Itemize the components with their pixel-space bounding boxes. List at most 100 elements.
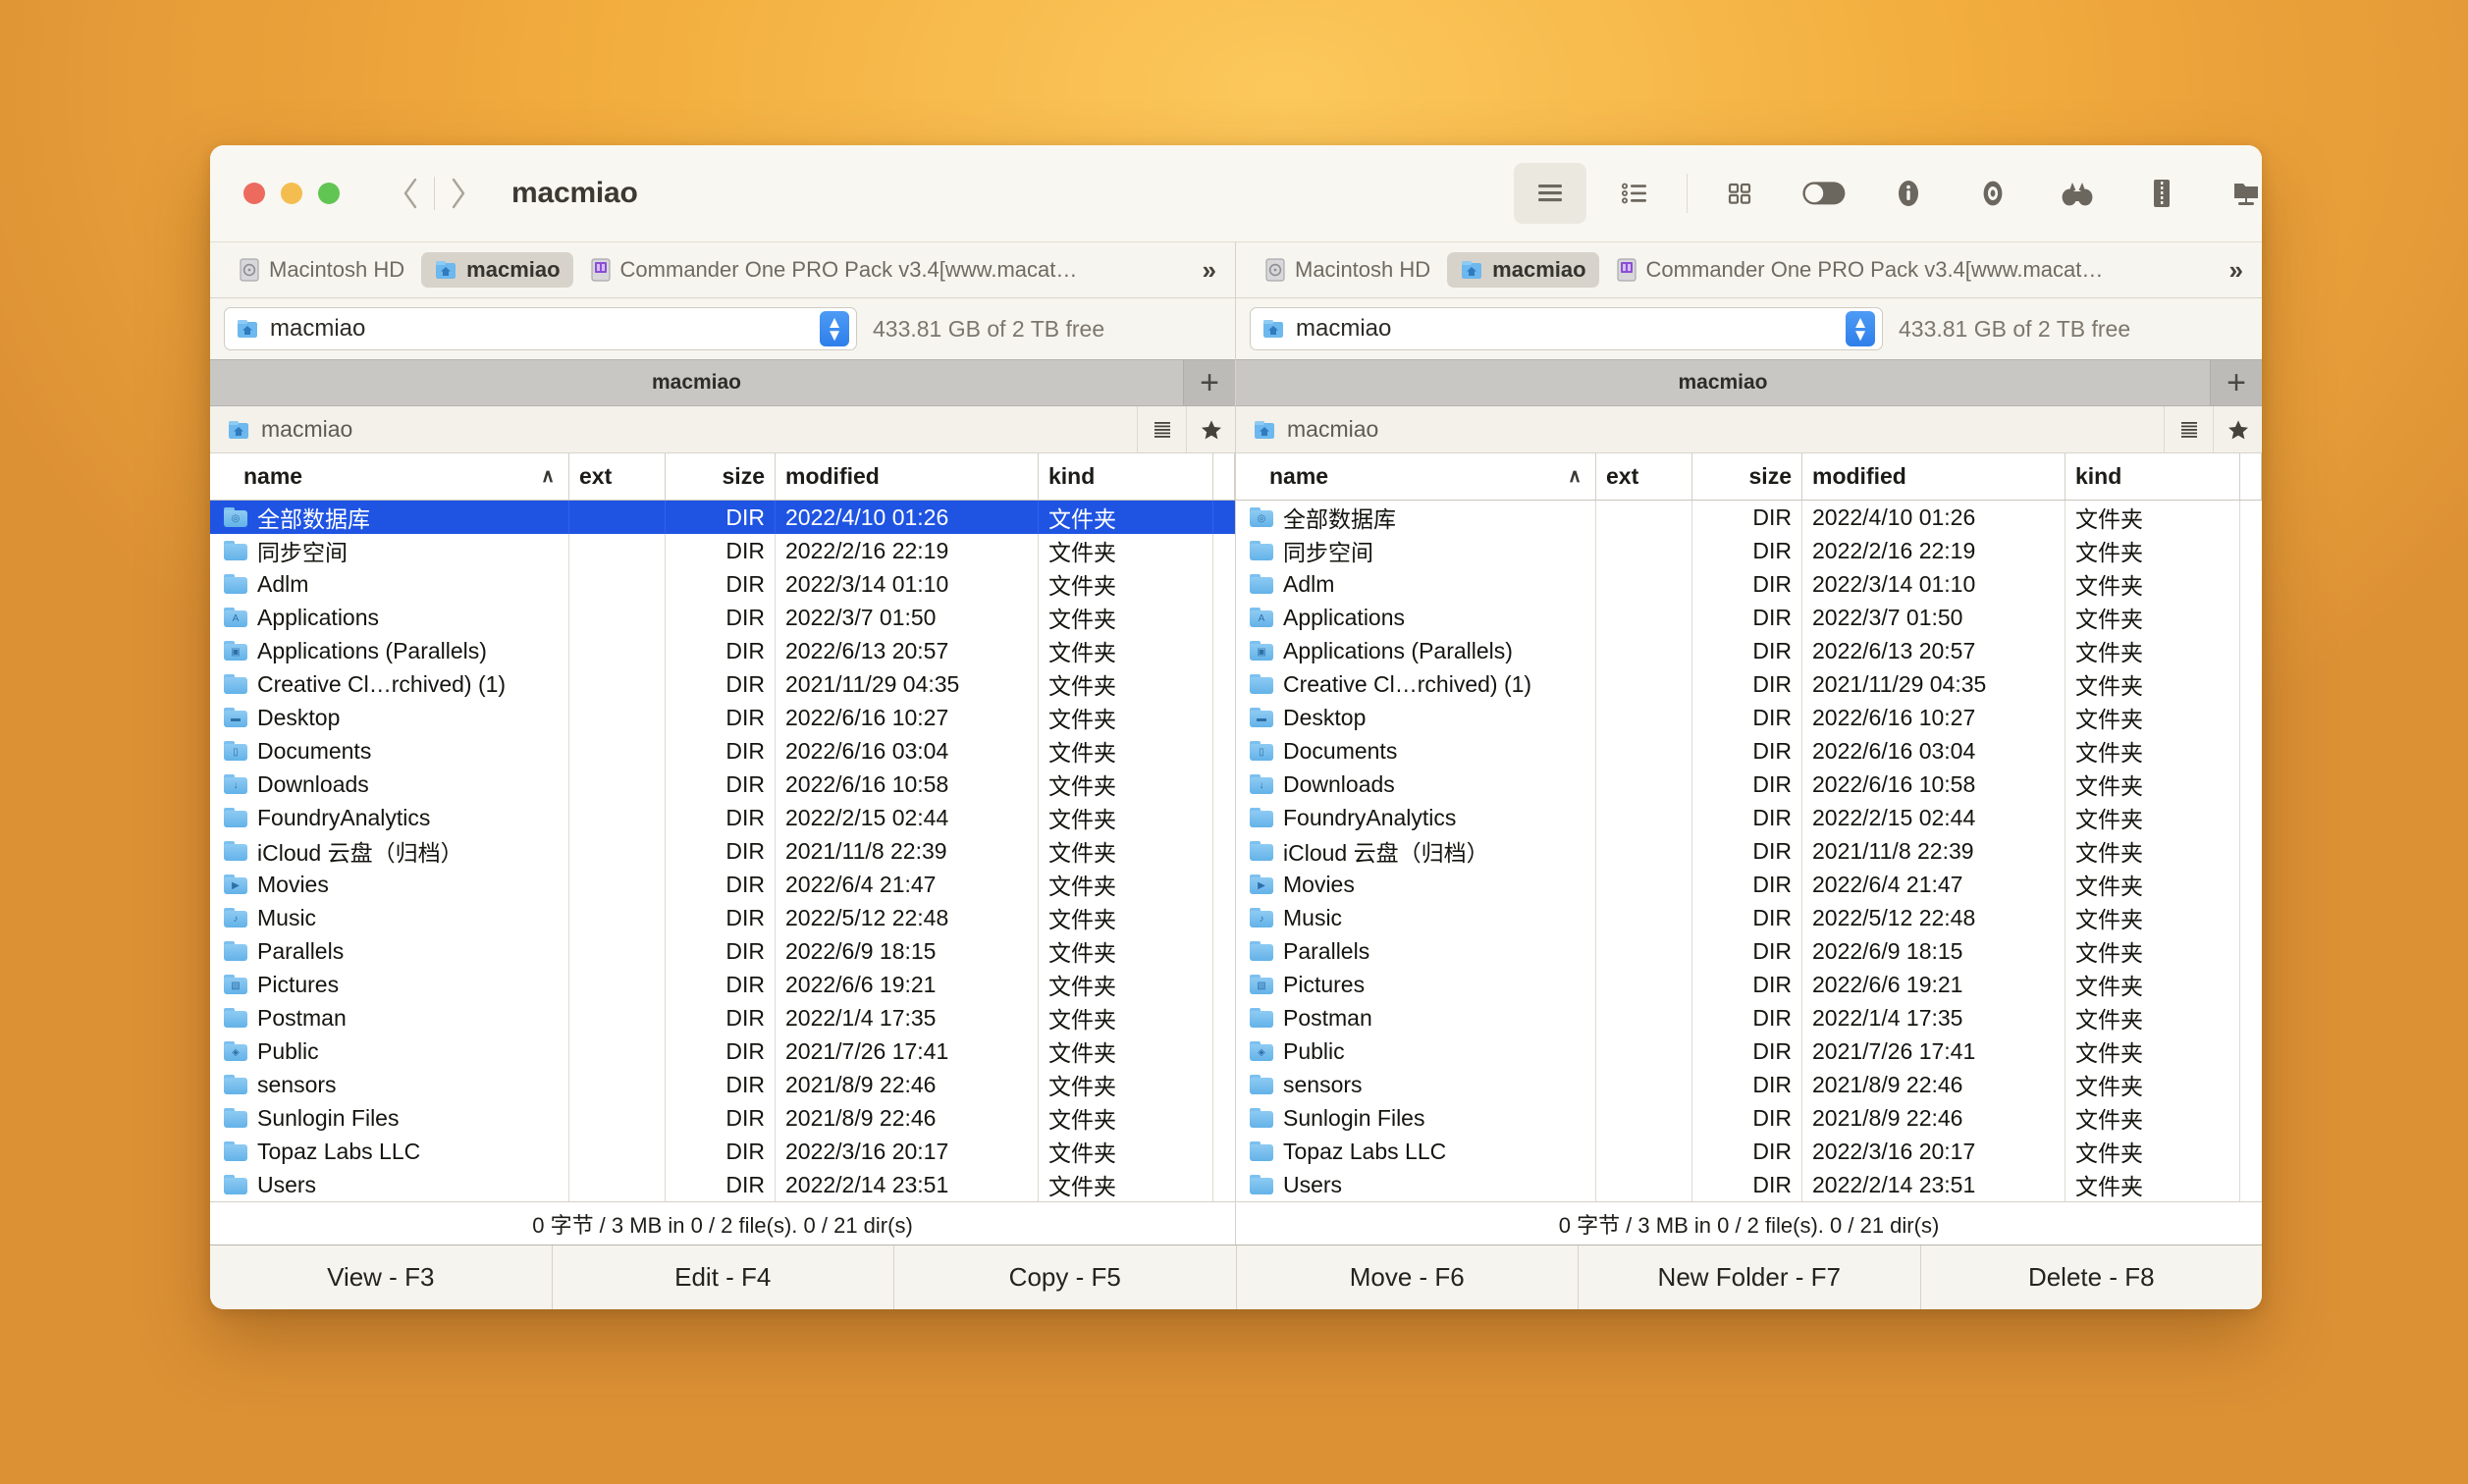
table-row[interactable]: ♪ Music DIR 2022/5/12 22:48 文件夹 [1236, 901, 2262, 934]
favorite-commander-one-pro-pack[interactable]: Commander One PRO Pack v3.4[www.macat… [1603, 252, 2117, 288]
column-header-name[interactable]: name ∧ [210, 453, 569, 500]
archive-zip-icon[interactable] [2125, 163, 2198, 224]
cell-modified: 2022/6/4 21:47 [776, 868, 1039, 901]
column-header-name[interactable]: name ∧ [1236, 453, 1596, 500]
table-row[interactable]: ▣ Applications (Parallels) DIR 2022/6/13 20… [1236, 634, 2262, 667]
theme-toggle-switch[interactable] [1788, 163, 1860, 224]
table-row[interactable]: ▯ Documents DIR 2022/6/16 03:04 文件夹 [1236, 734, 2262, 768]
favorite-macintosh-hd[interactable]: Macintosh HD [226, 252, 417, 288]
cell-ext [1596, 768, 1692, 801]
star-icon[interactable] [1186, 406, 1235, 452]
quick-look-eye-icon[interactable] [1957, 163, 2029, 224]
grid-view-icon[interactable] [1703, 163, 1776, 224]
close-button[interactable] [243, 183, 265, 204]
table-row[interactable]: ↓ Downloads DIR 2022/6/16 10:58 文件夹 [210, 768, 1235, 801]
cell-kind: 文件夹 [2066, 634, 2240, 667]
table-row[interactable]: Adlm DIR 2022/3/14 01:10 文件夹 [210, 567, 1235, 601]
favorite-macmiao[interactable]: macmiao [421, 252, 573, 288]
minimize-button[interactable] [281, 183, 302, 204]
table-row[interactable]: Parallels DIR 2022/6/9 18:15 文件夹 [1236, 934, 2262, 968]
hard-drive-icon [1264, 257, 1286, 283]
column-header-ext[interactable]: ext [569, 453, 666, 500]
favorite-macintosh-hd[interactable]: Macintosh HD [1252, 252, 1443, 288]
column-header-modified[interactable]: modified [1802, 453, 2066, 500]
list-lines-icon[interactable] [1137, 406, 1186, 452]
move-f6-button[interactable]: Move - F6 [1237, 1246, 1579, 1309]
table-row[interactable]: ▶ Movies DIR 2022/6/4 21:47 文件夹 [1236, 868, 2262, 901]
right-file-list[interactable]: ◎ 全部数据库 DIR 2022/4/10 01:26 文件夹 同步空间 DIR 2022/2… [1236, 501, 2262, 1201]
left-path-input[interactable]: macmiao ▲ ▼ [224, 307, 857, 350]
table-row[interactable]: sensors DIR 2021/8/9 22:46 文件夹 [210, 1068, 1235, 1101]
table-row[interactable]: ↓ Downloads DIR 2022/6/16 10:58 文件夹 [1236, 768, 2262, 801]
table-row[interactable]: ◈ Public DIR 2021/7/26 17:41 文件夹 [1236, 1034, 2262, 1068]
column-header-kind[interactable]: kind [2066, 453, 2240, 500]
path-stepper[interactable]: ▲ ▼ [1846, 311, 1875, 346]
table-row[interactable]: Sunlogin Files DIR 2021/8/9 22:46 文件夹 [1236, 1101, 2262, 1135]
edit-f4-button[interactable]: Edit - F4 [553, 1246, 894, 1309]
right-add-tab-button[interactable]: + [2211, 360, 2262, 405]
table-row[interactable]: ♪ Music DIR 2022/5/12 22:48 文件夹 [210, 901, 1235, 934]
table-row[interactable]: Adlm DIR 2022/3/14 01:10 文件夹 [1236, 567, 2262, 601]
zoom-button[interactable] [318, 183, 340, 204]
column-header-kind[interactable]: kind [1039, 453, 1213, 500]
table-row[interactable]: ◈ Public DIR 2021/7/26 17:41 文件夹 [210, 1034, 1235, 1068]
cell-ext [1596, 968, 1692, 1001]
copy-f5-button[interactable]: Copy - F5 [894, 1246, 1237, 1309]
table-row[interactable]: ▣ Applications (Parallels) DIR 2022/6/13 20… [210, 634, 1235, 667]
new-folder-f7-button[interactable]: New Folder - F7 [1579, 1246, 1921, 1309]
info-icon[interactable] [1872, 163, 1945, 224]
right-tab-macmiao[interactable]: macmiao [1236, 360, 2211, 405]
table-row[interactable]: A Applications DIR 2022/3/7 01:50 文件夹 [210, 601, 1235, 634]
favorite-macmiao[interactable]: macmiao [1447, 252, 1599, 288]
table-row[interactable]: sensors DIR 2021/8/9 22:46 文件夹 [1236, 1068, 2262, 1101]
table-row[interactable]: Topaz Labs LLC DIR 2022/3/16 20:17 文件夹 [210, 1135, 1235, 1168]
table-row[interactable]: Topaz Labs LLC DIR 2022/3/16 20:17 文件夹 [1236, 1135, 2262, 1168]
table-row[interactable]: ▬ Desktop DIR 2022/6/16 10:27 文件夹 [1236, 701, 2262, 734]
table-row[interactable]: ◎ 全部数据库 DIR 2022/4/10 01:26 文件夹 [1236, 501, 2262, 534]
left-add-tab-button[interactable]: + [1184, 360, 1235, 405]
column-header-size[interactable]: size [666, 453, 776, 500]
table-row[interactable]: Creative Cl…rchived) (1) DIR 2021/11/29 04… [1236, 667, 2262, 701]
network-folder-icon[interactable] [2210, 163, 2262, 224]
favorites-more-chevron-icon[interactable]: » [2218, 255, 2252, 286]
favorite-commander-one-pro-pack[interactable]: Commander One PRO Pack v3.4[www.macat… [577, 252, 1091, 288]
table-row[interactable]: Users DIR 2022/2/14 23:51 文件夹 [1236, 1168, 2262, 1201]
column-header-modified[interactable]: modified [776, 453, 1039, 500]
table-row[interactable]: iCloud 云盘（归档） DIR 2021/11/8 22:39 文件夹 [1236, 834, 2262, 868]
table-row[interactable]: Parallels DIR 2022/6/9 18:15 文件夹 [210, 934, 1235, 968]
table-row[interactable]: FoundryAnalytics DIR 2022/2/15 02:44 文件夹 [210, 801, 1235, 834]
left-tab-macmiao[interactable]: macmiao [210, 360, 1184, 405]
favorites-more-chevron-icon[interactable]: » [1191, 255, 1225, 286]
column-header-ext[interactable]: ext [1596, 453, 1692, 500]
detail-list-view-icon[interactable] [1598, 163, 1671, 224]
forward-button[interactable] [435, 171, 482, 216]
table-row[interactable]: Creative Cl…rchived) (1) DIR 2021/11/29 04… [210, 667, 1235, 701]
list-view-icon[interactable] [1514, 163, 1586, 224]
back-button[interactable] [387, 171, 434, 216]
column-header-size[interactable]: size [1692, 453, 1802, 500]
table-row[interactable]: A Applications DIR 2022/3/7 01:50 文件夹 [1236, 601, 2262, 634]
table-row[interactable]: iCloud 云盘（归档） DIR 2021/11/8 22:39 文件夹 [210, 834, 1235, 868]
table-row[interactable]: Sunlogin Files DIR 2021/8/9 22:46 文件夹 [210, 1101, 1235, 1135]
table-row[interactable]: ▯ Documents DIR 2022/6/16 03:04 文件夹 [210, 734, 1235, 768]
table-row[interactable]: 同步空间 DIR 2022/2/16 22:19 文件夹 [210, 534, 1235, 567]
table-row[interactable]: ▬ Desktop DIR 2022/6/16 10:27 文件夹 [210, 701, 1235, 734]
table-row[interactable]: ▶ Movies DIR 2022/6/4 21:47 文件夹 [210, 868, 1235, 901]
table-row[interactable]: FoundryAnalytics DIR 2022/2/15 02:44 文件夹 [1236, 801, 2262, 834]
table-row[interactable]: ▧ Pictures DIR 2022/6/6 19:21 文件夹 [1236, 968, 2262, 1001]
table-row[interactable]: Postman DIR 2022/1/4 17:35 文件夹 [210, 1001, 1235, 1034]
left-file-list[interactable]: ◎ 全部数据库 DIR 2022/4/10 01:26 文件夹 同步空间 DIR 2022/2… [210, 501, 1235, 1201]
list-lines-icon[interactable] [2164, 406, 2213, 452]
delete-f8-button[interactable]: Delete - F8 [1921, 1246, 2263, 1309]
table-row[interactable]: ◎ 全部数据库 DIR 2022/4/10 01:26 文件夹 [210, 501, 1235, 534]
right-path-input[interactable]: macmiao ▲ ▼ [1250, 307, 1883, 350]
cell-kind: 文件夹 [2066, 868, 2240, 901]
view-f3-button[interactable]: View - F3 [210, 1246, 553, 1309]
binoculars-search-icon[interactable] [2041, 163, 2114, 224]
star-icon[interactable] [2213, 406, 2262, 452]
table-row[interactable]: ▧ Pictures DIR 2022/6/6 19:21 文件夹 [210, 968, 1235, 1001]
path-stepper[interactable]: ▲ ▼ [820, 311, 849, 346]
table-row[interactable]: Users DIR 2022/2/14 23:51 文件夹 [210, 1168, 1235, 1201]
table-row[interactable]: 同步空间 DIR 2022/2/16 22:19 文件夹 [1236, 534, 2262, 567]
table-row[interactable]: Postman DIR 2022/1/4 17:35 文件夹 [1236, 1001, 2262, 1034]
